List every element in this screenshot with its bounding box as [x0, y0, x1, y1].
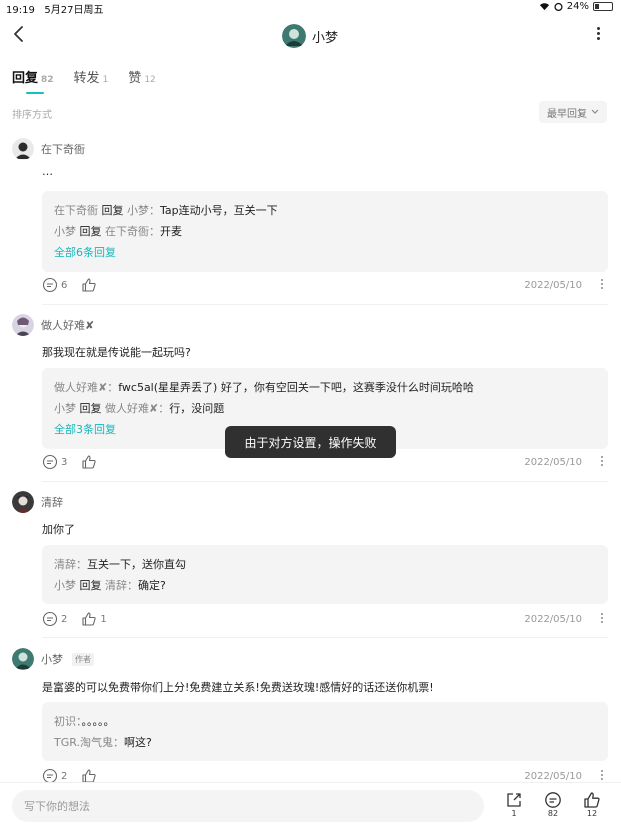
status-date: 5月27日周五	[44, 5, 104, 16]
more-vertical-icon	[600, 456, 604, 466]
comment-author[interactable]: 小梦	[41, 651, 63, 667]
comment-date: 2022/05/10	[524, 613, 582, 625]
battery-percent: 24%	[566, 1, 589, 12]
profile-link[interactable]: 小梦	[282, 24, 338, 48]
reply-count: 2	[61, 613, 68, 625]
comment-icon	[42, 454, 58, 470]
reply-box[interactable]: 在下奇衙 回复 小梦：Tap连动小号，互关一下 小梦 回复 在下奇衙：开麦 全部…	[42, 191, 608, 272]
thumbs-up-icon	[82, 612, 97, 626]
comment-item: 清辞 加你了 清辞：互关一下，送你直勾 小梦 回复 清辞：确定? 2 1 202…	[0, 491, 621, 638]
reply-count: 3	[61, 456, 68, 468]
like-button[interactable]	[81, 454, 100, 470]
tab-bar: 回复 82 转发 1 赞 12	[12, 62, 156, 94]
tab-reposts[interactable]: 转发 1	[74, 67, 109, 90]
reply-button[interactable]: 2	[42, 611, 67, 627]
sort-label: 排序方式	[12, 110, 52, 121]
comment-author[interactable]: 做人好难✘	[41, 317, 94, 333]
more-vertical-icon	[600, 279, 604, 289]
more-vertical-icon	[595, 27, 601, 40]
toast-message: 由于对方设置，操作失败	[225, 426, 396, 458]
more-vertical-icon	[600, 770, 604, 780]
reply-line: 小梦 回复 做人好难✘：行，没问题	[54, 402, 225, 415]
avatar[interactable]	[12, 648, 34, 670]
thumbs-up-icon	[82, 455, 97, 469]
reply-count: 2	[61, 770, 68, 782]
sort-dropdown[interactable]: 最早回复	[539, 101, 607, 123]
more-options-button[interactable]	[595, 26, 601, 42]
top-nav: 小梦	[0, 22, 621, 52]
reply-line: 清辞：互关一下，送你直勾	[54, 558, 186, 571]
like-button[interactable]	[81, 277, 100, 293]
like-count: 12	[586, 809, 598, 818]
reply-line: 小梦 回复 清辞：确定?	[54, 579, 166, 592]
tab-likes[interactable]: 赞 12	[128, 67, 155, 90]
comment-item: 小梦 作者 是富婆的可以免费带你们上分!免费建立关系!免费送玫瑰!感情好的话还送…	[0, 648, 621, 784]
share-count: 1	[511, 809, 517, 818]
reply-line: TGR.淘气鬼：啊这?	[54, 736, 152, 749]
comment-date: 2022/05/10	[524, 770, 582, 782]
author-badge: 作者	[72, 652, 94, 666]
comment-icon	[545, 792, 561, 808]
divider	[42, 304, 608, 305]
divider	[42, 637, 608, 638]
comment-icon	[42, 611, 58, 627]
chevron-down-icon	[591, 109, 599, 114]
like-button[interactable]: 1	[81, 611, 107, 627]
comments-button[interactable]: 82	[539, 791, 567, 818]
reply-count: 6	[61, 279, 68, 291]
comment-more-button[interactable]	[600, 279, 604, 291]
share-icon	[507, 793, 521, 807]
bottom-action-bar: 写下你的想法 1 82 12	[0, 782, 621, 828]
battery-icon	[593, 2, 613, 11]
avatar	[282, 24, 306, 48]
comment-count: 82	[547, 809, 559, 818]
comment-input[interactable]: 写下你的想法	[12, 790, 484, 822]
reply-box[interactable]: 初识：。。。。。 TGR.淘气鬼：啊这?	[42, 702, 608, 761]
comment-date: 2022/05/10	[524, 456, 582, 468]
status-bar: 19:19 5月27日周五 24%	[0, 0, 621, 16]
reply-line: 做人好难✘：fwc5al(星星弄丢了) 好了，你有空回关一下吧，这赛季没什么时间…	[54, 381, 474, 394]
avatar[interactable]	[12, 314, 34, 336]
comment-author[interactable]: 清辞	[41, 494, 63, 510]
view-all-replies-link[interactable]: 全部6条回复	[54, 242, 596, 263]
comment-text: 那我现在就是传说能一起玩吗?	[42, 346, 191, 359]
alarm-icon	[554, 2, 563, 11]
comment-text: 是富婆的可以免费带你们上分!免费建立关系!免费送玫瑰!感情好的话还送你机票!	[42, 681, 434, 694]
comment-more-button[interactable]	[600, 456, 604, 468]
sort-value: 最早回复	[547, 108, 587, 120]
share-button[interactable]: 1	[500, 791, 528, 818]
reply-box[interactable]: 清辞：互关一下，送你直勾 小梦 回复 清辞：确定?	[42, 545, 608, 604]
reply-button[interactable]: 6	[42, 277, 67, 293]
avatar[interactable]	[12, 138, 34, 160]
comment-text: 加你了	[42, 523, 75, 536]
like-count: 1	[100, 613, 107, 625]
comment-more-button[interactable]	[600, 613, 604, 625]
reply-line: 初识：。。。。。	[54, 715, 115, 728]
reply-line: 小梦 回复 在下奇衙：开麦	[54, 225, 182, 238]
thumbs-up-icon	[584, 792, 600, 808]
tab-replies[interactable]: 回复 82	[12, 67, 54, 94]
avatar[interactable]	[12, 491, 34, 513]
comment-item: 在下奇衙 … 在下奇衙 回复 小梦：Tap连动小号，互关一下 小梦 回复 在下奇…	[0, 138, 621, 305]
comment-more-button[interactable]	[600, 770, 604, 782]
comment-text: …	[42, 165, 53, 178]
more-vertical-icon	[600, 613, 604, 623]
comment-icon	[42, 277, 58, 293]
reply-button[interactable]: 3	[42, 454, 67, 470]
page-title: 小梦	[312, 30, 339, 46]
thumbs-up-icon	[82, 278, 97, 292]
like-button[interactable]: 12	[578, 791, 606, 818]
reply-line: 在下奇衙 回复 小梦：Tap连动小号，互关一下	[54, 204, 278, 217]
divider	[42, 481, 608, 482]
comment-date: 2022/05/10	[524, 279, 582, 291]
back-button[interactable]	[12, 24, 32, 48]
chevron-left-icon	[14, 26, 23, 42]
wifi-icon	[539, 3, 549, 11]
comment-author[interactable]: 在下奇衙	[41, 141, 85, 157]
status-time: 19:19	[6, 5, 35, 16]
